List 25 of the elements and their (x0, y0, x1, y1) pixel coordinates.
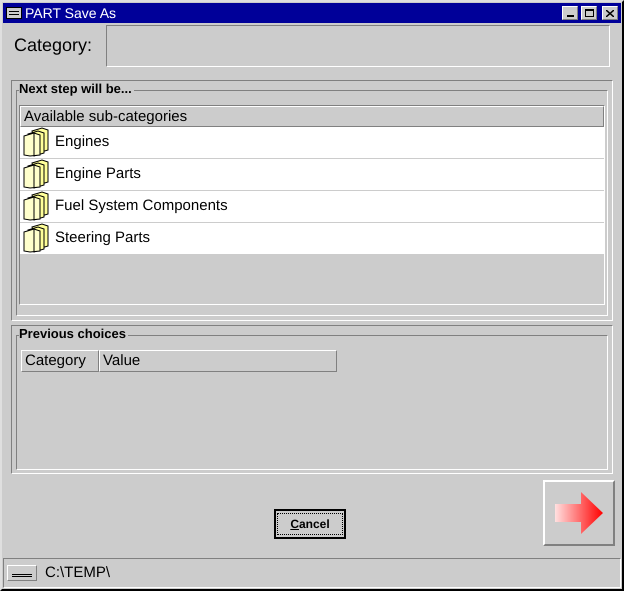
system-menu-icon[interactable] (6, 7, 22, 19)
column-header[interactable]: Available sub-categories (20, 106, 604, 127)
folders-icon (22, 127, 50, 158)
list-item[interactable]: Engines (20, 126, 604, 159)
list-item[interactable]: Engine Parts (20, 158, 604, 191)
folders-icon (22, 223, 50, 254)
list-item[interactable]: Fuel System Components (20, 190, 604, 223)
category-field[interactable] (106, 24, 610, 67)
cancel-button[interactable]: Cancel (274, 509, 346, 540)
column-header[interactable]: Category (21, 350, 99, 372)
status-path: C:\TEMP\ (45, 562, 110, 583)
next-button[interactable] (543, 480, 615, 546)
close-button[interactable] (602, 6, 618, 20)
folders-icon (22, 159, 50, 190)
folders-icon (22, 191, 50, 222)
column-header[interactable]: Value (99, 350, 337, 372)
arrow-right-icon (555, 492, 603, 534)
minimize-button[interactable] (562, 6, 578, 20)
window-title: PART Save As (25, 4, 118, 22)
list-item[interactable]: Steering Parts (20, 222, 604, 255)
close-icon (606, 10, 614, 16)
status-menu-icon[interactable] (7, 565, 37, 582)
maximize-button[interactable] (581, 6, 597, 20)
group-title: Next step will be... (19, 80, 134, 97)
category-label: Category: (14, 34, 92, 58)
